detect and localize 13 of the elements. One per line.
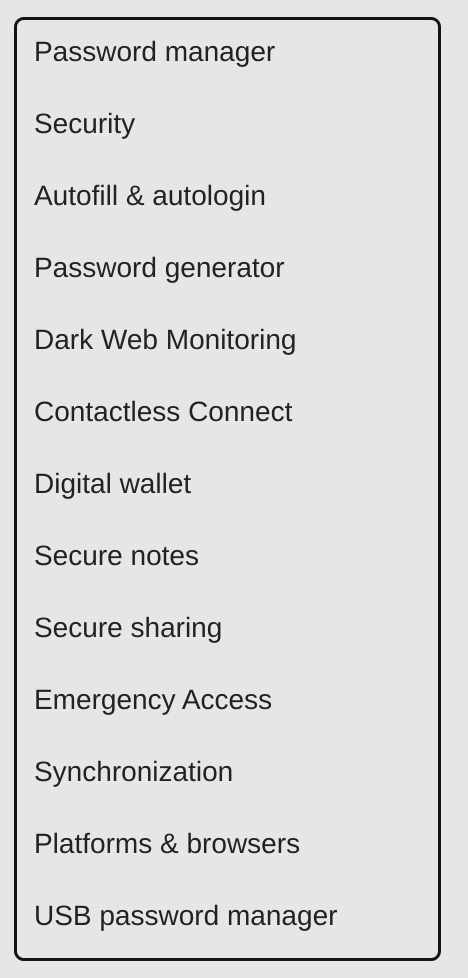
menu-item[interactable]: Security — [34, 108, 136, 140]
menu-item[interactable]: Secure sharing — [34, 612, 222, 644]
menu-item[interactable]: Digital wallet — [34, 468, 192, 500]
menu-item[interactable]: Password manager — [34, 36, 276, 68]
menu-item[interactable]: Password generator — [34, 252, 285, 284]
menu-item[interactable]: Contactless Connect — [34, 396, 292, 428]
menu-item[interactable]: Secure notes — [34, 540, 199, 572]
menu-item[interactable]: Autofill & autologin — [34, 180, 266, 212]
menu-item[interactable]: Emergency Access — [34, 684, 272, 716]
menu-item[interactable]: Platforms & browsers — [34, 828, 300, 860]
menu-item[interactable]: USB password manager — [34, 900, 338, 932]
menu-item[interactable]: Synchronization — [34, 756, 234, 788]
menu-item[interactable]: Dark Web Monitoring — [34, 324, 296, 356]
